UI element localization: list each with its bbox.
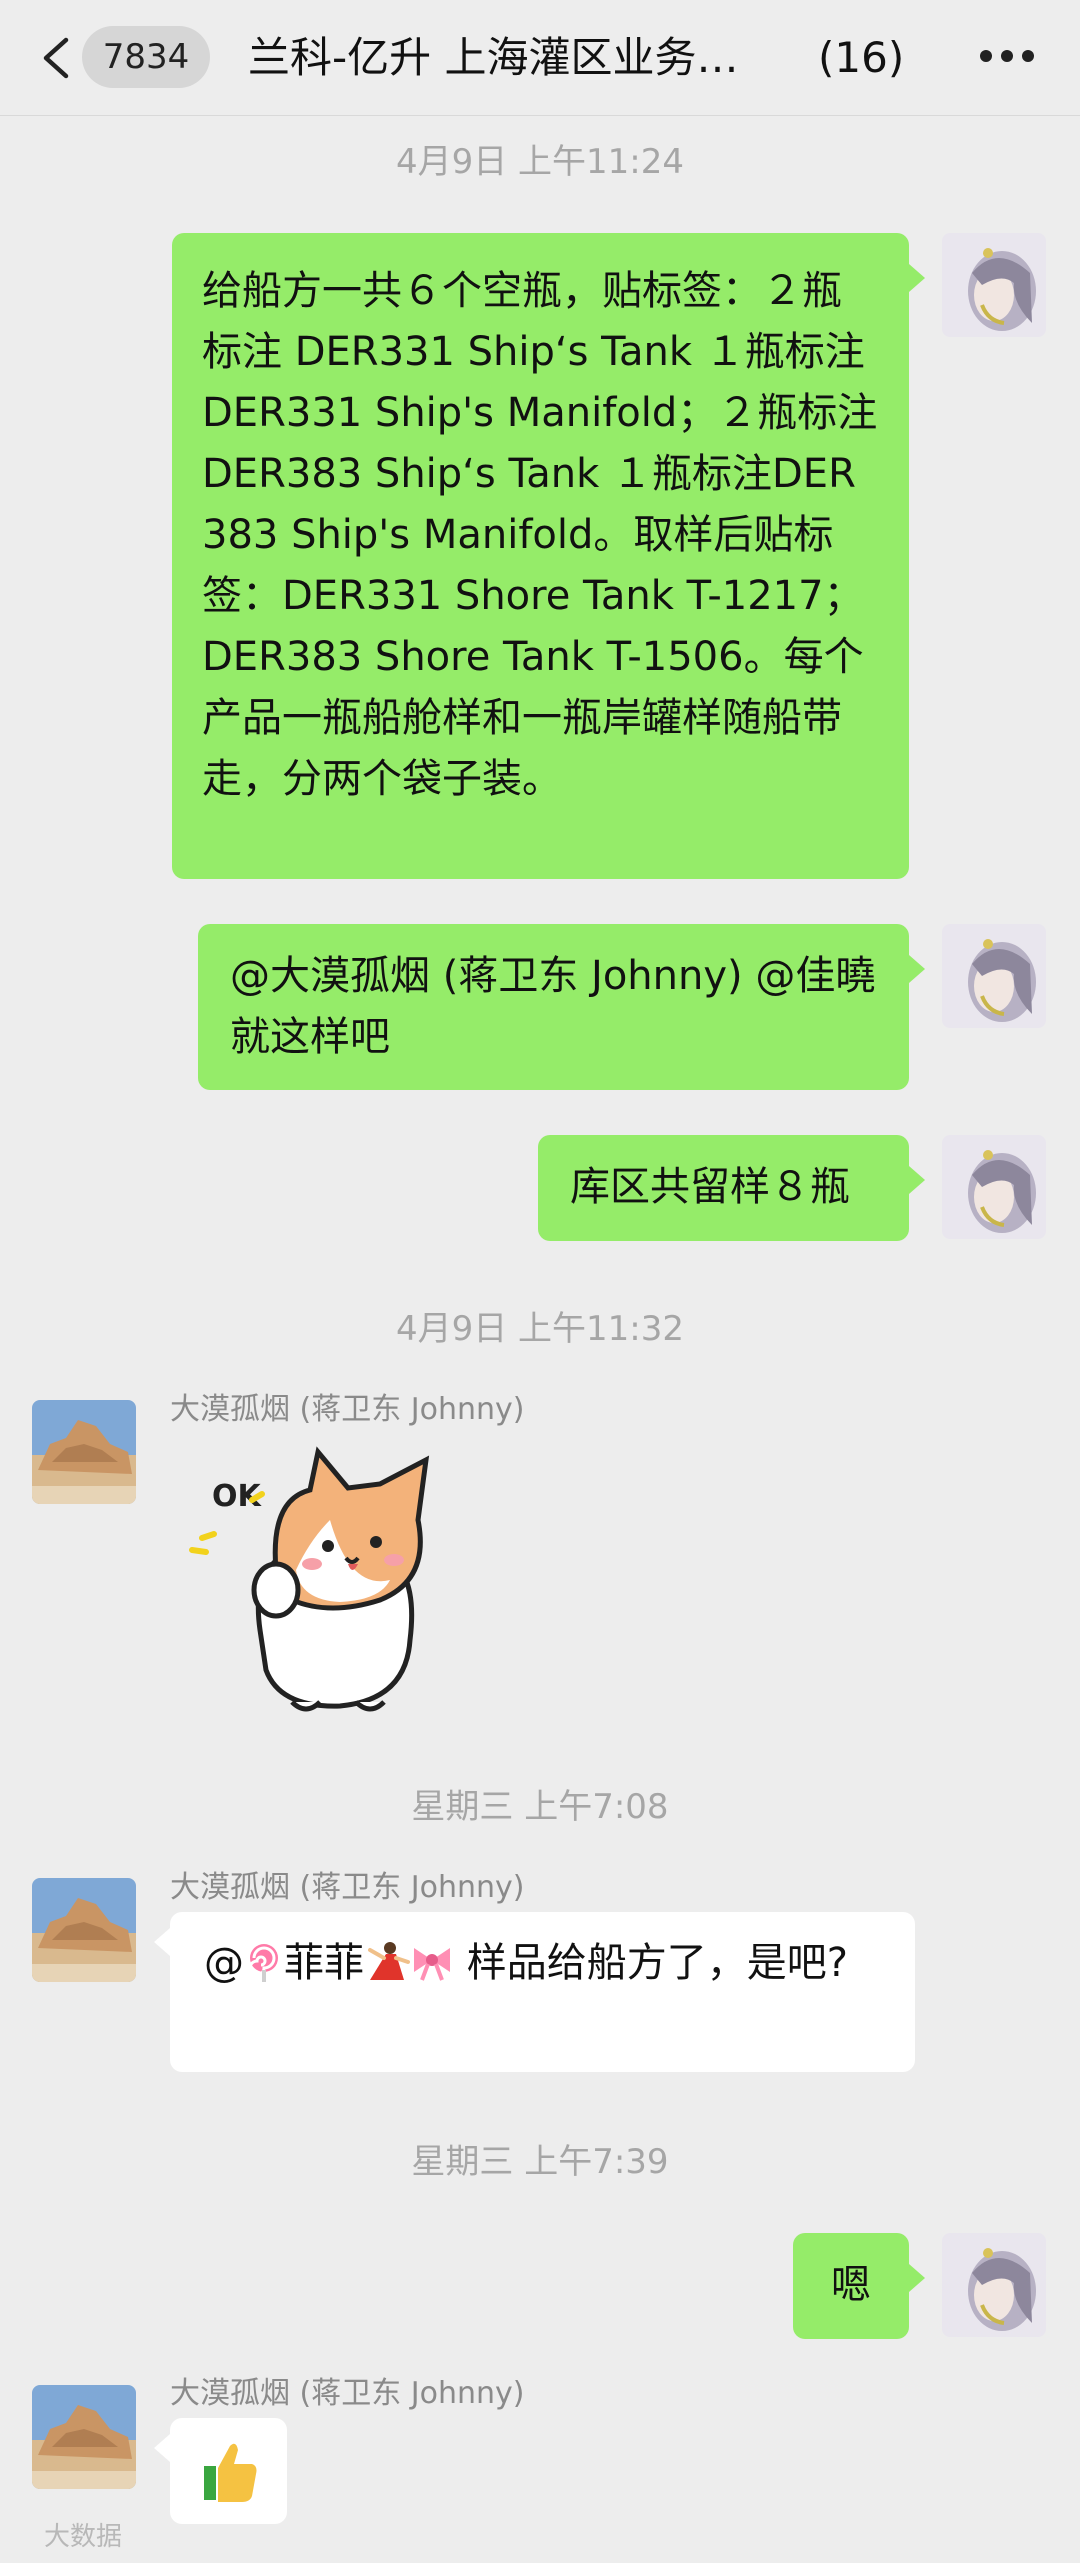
message-text: @大漠孤烟 (蒋卫东 Johnny) @佳曉 就这样吧 [230,953,876,1060]
bubble-tail [909,1166,925,1194]
chat-header: 7834 兰科-亿升 上海灌区业务… (16) [0,0,1080,116]
outgoing-message-bubble[interactable]: @大漠孤烟 (蒋卫东 Johnny) @佳曉 就这样吧 [198,924,909,1090]
my-avatar[interactable] [942,233,1046,337]
outgoing-message-bubble[interactable]: 嗯 [793,2233,909,2339]
watermark: 大数据 [44,2522,123,2552]
dancer-emoji-icon [368,1942,410,1980]
mention-name: 菲菲 [284,1940,364,1986]
my-avatar[interactable] [942,924,1046,1028]
message-text: 给船方一共６个空瓶，贴标签：２瓶标注 DER331 Ship‘s Tank １瓶… [202,268,878,802]
outgoing-message-bubble[interactable]: 给船方一共６个空瓶，贴标签：２瓶标注 DER331 Ship‘s Tank １瓶… [172,233,909,879]
ok-dog-sticker[interactable]: OK [180,1440,480,1730]
mention-at: @ [204,1940,244,1986]
sender-name: 大漠孤烟 (蒋卫东 Johnny) [170,1870,525,1905]
timestamp: 星期三 上午7:08 [411,1787,669,1827]
bubble-tail [909,2264,925,2292]
my-avatar[interactable] [942,2233,1046,2337]
my-avatar[interactable] [942,1135,1046,1239]
message-text: 嗯 [831,2262,871,2308]
member-count: (16) [818,33,905,82]
ribbon-emoji-icon [414,1948,450,1981]
bubble-tail [154,2434,170,2462]
unread-count-badge[interactable]: 7834 [82,26,210,88]
timestamp: 4月9日 上午11:24 [395,142,685,182]
more-options-icon[interactable] [980,50,1034,64]
sender-name: 大漠孤烟 (蒋卫东 Johnny) [170,2376,525,2411]
thumbs-up-emoji-icon [204,2443,257,2502]
timestamp: 星期三 上午7:39 [411,2142,669,2182]
outgoing-message-bubble[interactable]: 库区共留样８瓶 [538,1135,909,1241]
lollipop-emoji-icon [248,1944,278,1982]
back-arrow-icon[interactable] [36,36,76,80]
incoming-message-bubble[interactable] [170,2418,287,2524]
sender-avatar[interactable] [32,2385,136,2489]
timestamp: 4月9日 上午11:32 [395,1309,685,1349]
message-text: 样品给船方了，是吧? [466,1940,848,1986]
chat-title[interactable]: 兰科-亿升 上海灌区业务… [248,30,788,86]
sender-name: 大漠孤烟 (蒋卫东 Johnny) [170,1392,525,1427]
bubble-tail [154,1928,170,1956]
sender-avatar[interactable] [32,1400,136,1504]
sender-avatar[interactable] [32,1878,136,1982]
message-text: 库区共留样８瓶 [570,1164,850,1210]
bubble-tail [909,264,925,292]
incoming-message-bubble[interactable]: @ 菲菲 样品给船方了，是吧? [170,1912,915,2072]
bubble-tail [909,955,925,983]
